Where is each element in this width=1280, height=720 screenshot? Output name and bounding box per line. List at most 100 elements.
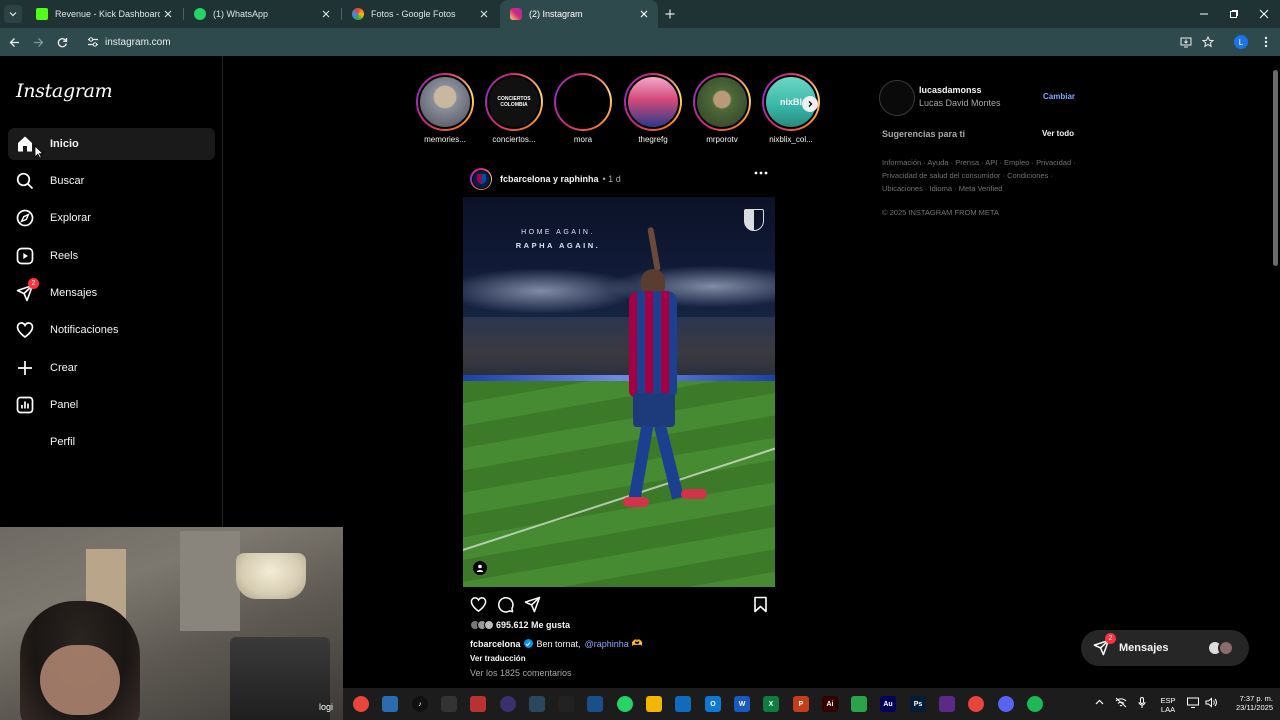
story-username: memories... bbox=[424, 135, 466, 144]
see-translation-link[interactable]: Ver traducción bbox=[470, 654, 526, 663]
obs-taskbar-icon[interactable] bbox=[500, 696, 516, 712]
close-window-button[interactable] bbox=[1256, 6, 1272, 22]
profile-avatar[interactable]: L bbox=[1234, 35, 1248, 49]
forward-button[interactable] bbox=[30, 34, 46, 50]
audition-taskbar-icon[interactable]: Au bbox=[880, 696, 896, 712]
post-username[interactable]: fcbarcelona y raphinha bbox=[500, 174, 599, 184]
app-taskbar-icon[interactable] bbox=[587, 696, 603, 712]
nav-item-explorar[interactable]: Explorar bbox=[8, 202, 215, 234]
likes-row[interactable]: 695.612 Me gusta bbox=[470, 620, 570, 630]
chrome-taskbar-icon[interactable] bbox=[968, 696, 984, 712]
show-hidden-icons-button[interactable] bbox=[1095, 698, 1104, 707]
page-scrollbar[interactable] bbox=[1271, 56, 1279, 688]
nav-item-buscar[interactable]: Buscar bbox=[8, 165, 215, 197]
post-avatar[interactable] bbox=[470, 168, 492, 190]
nav-item-notificaciones[interactable]: Notificaciones bbox=[8, 314, 215, 346]
post-image[interactable]: HOME AGAIN. RAPHA AGAIN. bbox=[463, 197, 775, 587]
word-taskbar-icon[interactable]: W bbox=[734, 696, 750, 712]
story-item[interactable]: CONCIERTOS COLOMBIA conciertos... bbox=[484, 73, 544, 144]
account-username[interactable]: lucasdamonss bbox=[919, 85, 982, 95]
notification-badge: 2 bbox=[1105, 633, 1116, 644]
recent-chat-avatars bbox=[1207, 640, 1235, 656]
lamp-shade bbox=[236, 553, 306, 599]
explorer-taskbar-icon[interactable] bbox=[646, 696, 662, 712]
discord-taskbar-icon[interactable] bbox=[998, 696, 1014, 712]
scrollbar-thumb[interactable] bbox=[1273, 70, 1278, 266]
tab-kick-dashboard[interactable]: Revenue - Kick Dashboard bbox=[26, 0, 182, 28]
tab-instagram[interactable]: (2) Instagram bbox=[500, 0, 658, 28]
clock[interactable]: 7:37 p. m. 23/11/2025 bbox=[1217, 694, 1279, 712]
nav-item-perfil[interactable]: Perfil bbox=[8, 426, 215, 458]
microphone-tray-icon[interactable] bbox=[1138, 697, 1146, 709]
stories-next-button[interactable] bbox=[802, 96, 818, 112]
app-taskbar-icon[interactable] bbox=[675, 696, 691, 712]
back-button[interactable] bbox=[6, 34, 22, 50]
restore-button[interactable] bbox=[1226, 6, 1242, 22]
view-comments-link[interactable]: Ver los 1825 comentarios bbox=[470, 668, 572, 678]
messages-floating-button[interactable]: 2 Mensajes bbox=[1081, 630, 1249, 666]
site-info-icon[interactable] bbox=[86, 35, 100, 49]
tab-search-button[interactable] bbox=[4, 5, 22, 23]
liker-avatars bbox=[470, 620, 494, 630]
caption-username[interactable]: fcbarcelona bbox=[470, 639, 521, 649]
minimize-button[interactable] bbox=[1196, 6, 1212, 22]
kebab-menu-icon bbox=[1264, 36, 1268, 48]
wifi-off-tray-icon[interactable] bbox=[1115, 697, 1127, 708]
save-button[interactable] bbox=[753, 596, 768, 613]
switch-account-link[interactable]: Cambiar bbox=[1043, 92, 1075, 101]
speedtest-taskbar-icon[interactable] bbox=[441, 696, 457, 712]
reload-button[interactable] bbox=[54, 34, 70, 50]
install-app-button[interactable] bbox=[1178, 34, 1194, 50]
photoshop-taskbar-icon[interactable]: Ps bbox=[910, 696, 926, 712]
network-tray-icon[interactable] bbox=[1187, 697, 1199, 708]
whatsapp-taskbar-icon[interactable] bbox=[617, 696, 633, 712]
story-avatar bbox=[695, 75, 749, 129]
spotify-taskbar-icon[interactable] bbox=[1027, 696, 1043, 712]
close-tab-icon[interactable] bbox=[476, 6, 492, 22]
close-tab-icon[interactable] bbox=[318, 6, 334, 22]
story-item[interactable]: memories... bbox=[415, 73, 475, 144]
instagram-logo[interactable]: Instagram bbox=[16, 80, 113, 102]
chrome-taskbar-icon[interactable] bbox=[353, 696, 369, 712]
nav-item-mensajes[interactable]: 2 Mensajes bbox=[8, 277, 215, 309]
app-taskbar-icon[interactable] bbox=[851, 696, 867, 712]
volume-tray-icon[interactable] bbox=[1205, 697, 1217, 708]
excel-taskbar-icon[interactable]: X bbox=[763, 696, 779, 712]
see-all-link[interactable]: Ver todo bbox=[1042, 129, 1074, 138]
story-item[interactable]: mora bbox=[553, 73, 613, 144]
like-button[interactable] bbox=[470, 596, 487, 613]
tagged-users-button[interactable] bbox=[473, 561, 487, 575]
account-avatar[interactable] bbox=[879, 80, 915, 116]
nav-item-crear[interactable]: Crear bbox=[8, 352, 215, 384]
close-tab-icon[interactable] bbox=[160, 6, 176, 22]
comment-button[interactable] bbox=[497, 596, 514, 613]
app-taskbar-icon[interactable] bbox=[939, 696, 955, 712]
caption-mention[interactable]: @raphinha bbox=[585, 639, 629, 649]
tab-whatsapp[interactable]: (1) WhatsApp bbox=[184, 0, 340, 28]
post-more-button[interactable] bbox=[754, 171, 768, 175]
close-tab-icon[interactable] bbox=[636, 6, 652, 22]
bookmark-star-button[interactable] bbox=[1200, 34, 1216, 50]
outlook-taskbar-icon[interactable]: O bbox=[705, 696, 721, 712]
story-item[interactable]: mrporotv bbox=[692, 73, 752, 144]
powerpoint-taskbar-icon[interactable]: P bbox=[793, 696, 809, 712]
illustrator-taskbar-icon[interactable]: Ai bbox=[822, 696, 838, 712]
new-tab-button[interactable] bbox=[662, 6, 678, 22]
app-taskbar-icon[interactable] bbox=[470, 696, 486, 712]
tab-title: (1) WhatsApp bbox=[213, 9, 269, 19]
footer-links[interactable]: Información · Ayuda · Prensa · API · Emp… bbox=[882, 156, 1082, 195]
story-avatar: CONCIERTOS COLOMBIA bbox=[487, 75, 541, 129]
tab-google-photos[interactable]: Fotos - Google Fotos bbox=[342, 0, 498, 28]
keyboard-layout: LAA bbox=[1160, 705, 1176, 714]
language-indicator[interactable]: ESP LAA bbox=[1156, 696, 1180, 714]
steam-taskbar-icon[interactable] bbox=[529, 696, 545, 712]
nav-item-reels[interactable]: Reels bbox=[8, 240, 215, 272]
share-button[interactable] bbox=[524, 596, 541, 613]
browser-menu-button[interactable] bbox=[1258, 34, 1274, 50]
tiktok-taskbar-icon[interactable]: ♪ bbox=[412, 696, 428, 712]
capcut-taskbar-icon[interactable] bbox=[558, 696, 574, 712]
store-taskbar-icon[interactable] bbox=[382, 696, 398, 712]
story-item[interactable]: thegrefg bbox=[623, 73, 683, 144]
address-bar[interactable]: instagram.com bbox=[80, 31, 1168, 53]
nav-item-panel[interactable]: Panel bbox=[8, 389, 215, 421]
